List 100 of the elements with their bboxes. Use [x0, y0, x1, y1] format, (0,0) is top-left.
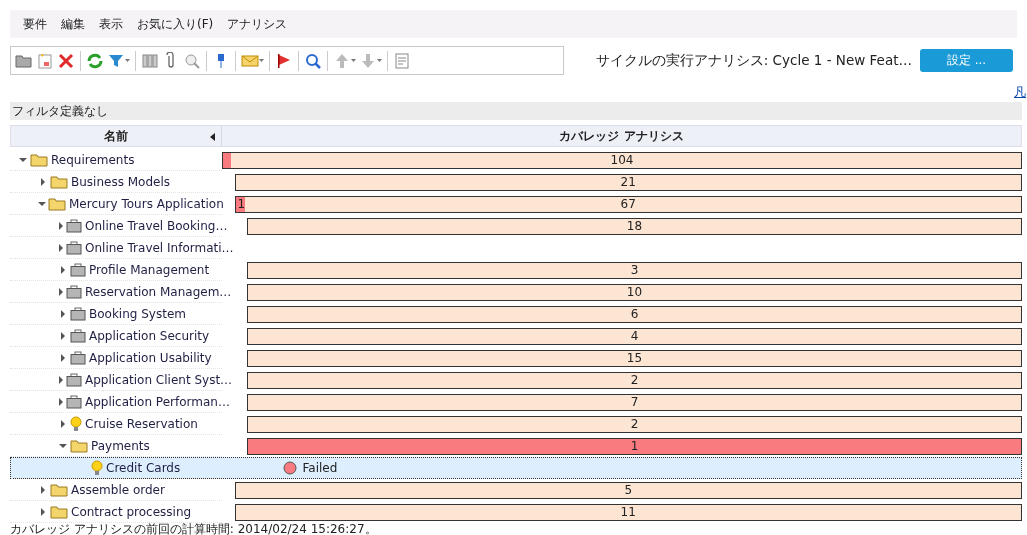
briefcase-icon	[66, 284, 82, 299]
tree-item-name: Business Models	[71, 174, 170, 189]
expand-arrow-icon[interactable]	[40, 177, 46, 186]
tree-row[interactable]: Assemble order 5	[10, 479, 1022, 501]
expand-arrow-icon[interactable]	[60, 331, 66, 340]
legend-link[interactable]: 凡	[1014, 84, 1026, 102]
briefcase-icon	[66, 394, 82, 409]
expand-arrow-icon[interactable]	[60, 265, 66, 274]
menu-item[interactable]: 編集	[56, 13, 90, 35]
tree-row[interactable]: Application Client Syst… 2	[10, 369, 1022, 391]
menu-item[interactable]: 表示	[94, 13, 128, 35]
coverage-count: 2	[630, 417, 639, 431]
column-header[interactable]: カバレッジ アナリシス	[559, 127, 684, 145]
tree-row[interactable]: Online Travel Booking… 18	[10, 215, 1022, 237]
cycle-analysis-label: サイクルの実行アナリシス: Cycle 1 - New Feat…	[595, 51, 912, 70]
expand-arrow-icon[interactable]	[40, 485, 46, 494]
tree-item-name: Cruise Reservation	[85, 416, 198, 431]
refresh-icon[interactable]	[86, 51, 104, 70]
folder-icon	[70, 438, 88, 453]
expand-arrow-icon[interactable]	[58, 221, 64, 230]
expand-arrow-icon[interactable]	[60, 309, 66, 318]
tree-row[interactable]: Application Security 4	[10, 325, 1022, 347]
new-document-icon[interactable]	[36, 51, 54, 70]
briefcase-icon	[70, 306, 86, 321]
tree-item-name: Booking System	[89, 306, 186, 321]
caret-icon[interactable]	[125, 58, 130, 63]
coverage-count: 67	[620, 197, 636, 211]
filter-status: フィルタ定義なし	[12, 102, 108, 120]
coverage-count: 2	[630, 373, 639, 387]
caret-icon[interactable]	[351, 58, 356, 63]
expand-arrow-icon[interactable]	[58, 287, 64, 296]
sort-arrow-icon[interactable]	[210, 133, 215, 141]
folder-icon	[48, 196, 66, 211]
delete-icon[interactable]	[57, 51, 75, 70]
column-header[interactable]: 名前	[104, 127, 128, 145]
briefcase-icon	[70, 328, 86, 343]
folder-icon	[50, 504, 68, 519]
tree-item-name: Contract processing	[71, 504, 192, 519]
coverage-count: 6	[630, 307, 639, 321]
briefcase-icon	[70, 262, 86, 277]
folder-icon	[30, 152, 48, 167]
expand-arrow-icon[interactable]	[58, 397, 64, 406]
tree-row[interactable]: Contract processing 11	[10, 501, 1022, 523]
collapse-arrow-icon[interactable]	[59, 442, 67, 449]
menu-item[interactable]: アナリシス	[222, 13, 293, 35]
tree-row[interactable]: Reservation Managem… 10	[10, 281, 1022, 303]
lightbulb-icon	[70, 415, 82, 432]
coverage-count: 5	[624, 483, 633, 497]
tree-row[interactable]: Profile Management 3	[10, 259, 1022, 281]
briefcase-icon	[66, 240, 82, 255]
caret-icon[interactable]	[259, 58, 264, 63]
tree-item-name: Application Performan…	[85, 394, 230, 409]
tree-item-name: Application Client Syst…	[85, 372, 233, 387]
tree-row[interactable]: Mercury Tours Application 1 67	[10, 193, 1022, 215]
failed-status-icon	[282, 461, 297, 475]
tree-item-name: Assemble order	[71, 482, 165, 497]
expand-arrow-icon[interactable]	[60, 353, 66, 362]
expand-arrow-icon[interactable]	[60, 419, 66, 428]
menu-item[interactable]: お気に入り(F)	[132, 13, 219, 35]
caret-icon[interactable]	[377, 58, 382, 63]
coverage-count: 4	[630, 329, 639, 343]
search-icon[interactable]	[304, 51, 322, 70]
folder-icon	[50, 482, 68, 497]
status-text: カバレッジ アナリシスの前回の計算時間: 2014/02/24 15:26:27。	[10, 522, 377, 535]
collapse-arrow-icon[interactable]	[38, 200, 46, 207]
tree-item-name: Payments	[91, 438, 150, 453]
briefcase-icon	[66, 372, 82, 387]
tree-item-name: Reservation Managem…	[85, 284, 232, 299]
tree-row[interactable]: Cruise Reservation 2	[10, 413, 1022, 435]
tree-item-name: Credit Cards	[106, 460, 181, 475]
tree-row[interactable]: Requirements 104	[10, 149, 1022, 171]
tree-item-name: Online Travel Informati…	[85, 240, 234, 255]
briefcase-icon	[66, 218, 82, 233]
failed-count: 1	[236, 197, 246, 211]
briefcase-icon	[70, 350, 86, 365]
tree-row[interactable]: Booking System 6	[10, 303, 1022, 325]
coverage-count: 3	[630, 263, 639, 277]
tree-item-name: Application Usability	[89, 350, 212, 365]
tree-row[interactable]: Business Models 21	[10, 171, 1022, 193]
coverage-count: 7	[630, 395, 639, 409]
collapse-arrow-icon[interactable]	[19, 156, 27, 163]
expand-arrow-icon[interactable]	[40, 507, 46, 516]
coverage-count: 15	[626, 351, 643, 365]
tree-row[interactable]: Application Usability 15	[10, 347, 1022, 369]
tree-item-name: Mercury Tours Application	[69, 196, 224, 211]
coverage-count: 104	[610, 153, 634, 167]
menu-item[interactable]: 要件	[18, 13, 52, 35]
folder-icon	[50, 174, 68, 189]
tree-row[interactable]: Online Travel Informati…	[10, 237, 1022, 259]
tree-item-name: Requirements	[51, 152, 135, 167]
expand-arrow-icon[interactable]	[58, 375, 64, 384]
tree-row[interactable]: Application Performan… 7	[10, 391, 1022, 413]
tree-row[interactable]: Payments 1	[10, 435, 1022, 457]
selected-row[interactable]: Credit Cards Failed	[10, 457, 1022, 479]
tree-item-name: Online Travel Booking…	[85, 218, 228, 233]
columns-icon[interactable]	[141, 51, 159, 70]
coverage-count: 1	[630, 439, 639, 453]
tree-item-name: Profile Management	[89, 262, 210, 277]
expand-arrow-icon[interactable]	[58, 243, 64, 252]
coverage-count: 11	[620, 505, 636, 519]
